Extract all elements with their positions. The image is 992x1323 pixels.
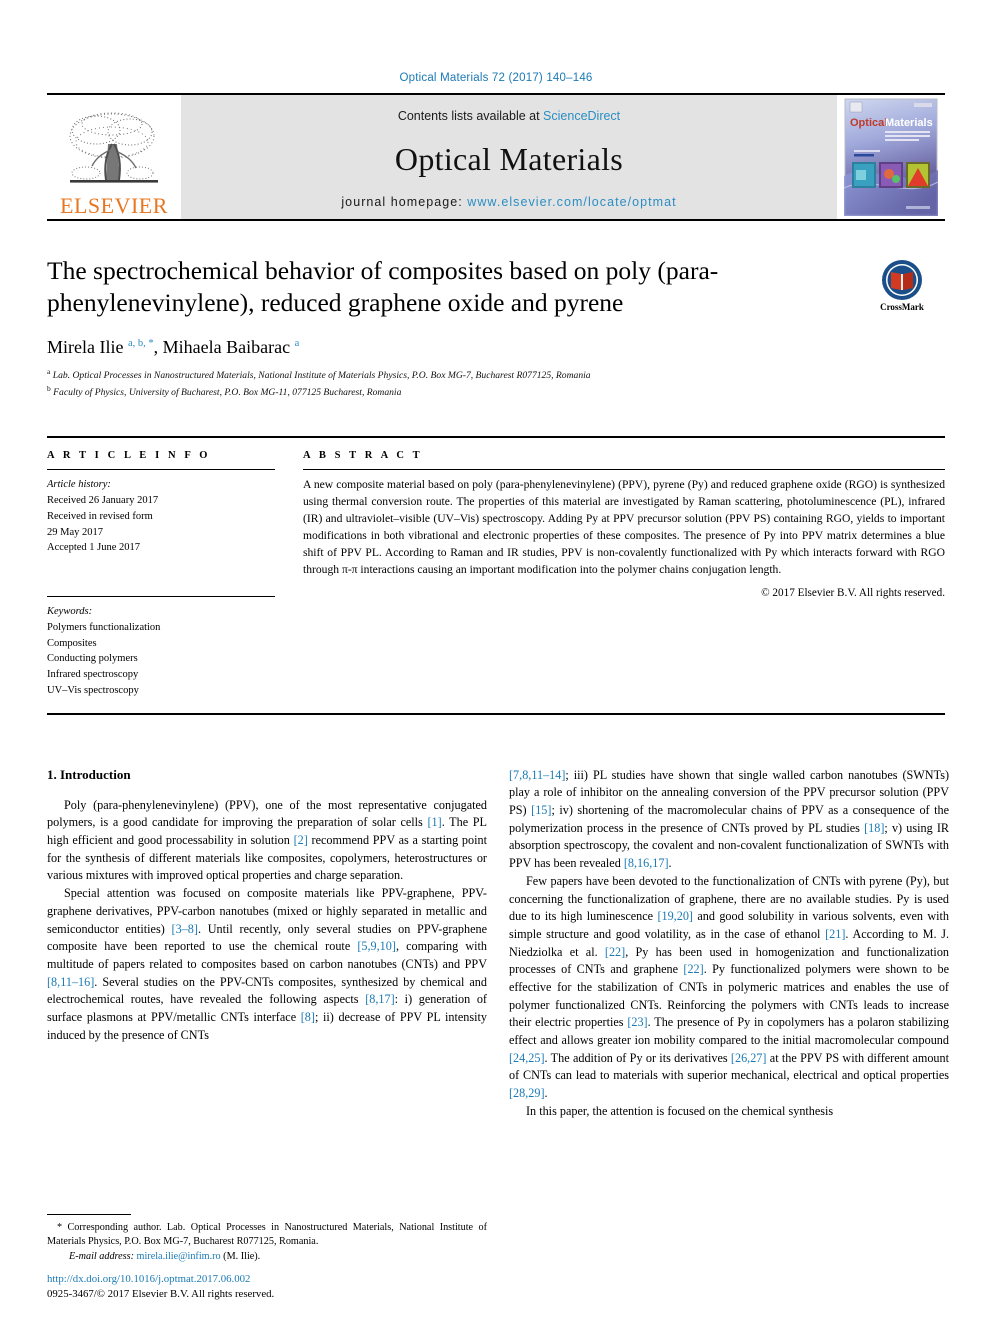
sciencedirect-link[interactable]: ScienceDirect	[543, 109, 620, 123]
keyword-item: Conducting polymers	[47, 653, 138, 665]
abstract-heading: A B S T R A C T	[303, 450, 423, 462]
crossmark-icon	[882, 260, 922, 300]
email-label: E-mail address:	[69, 1250, 134, 1262]
footnote-rule	[47, 1213, 131, 1215]
body-columns: 1. Introduction Poly (para-phenyleneviny…	[47, 767, 949, 1121]
body-paragraph: In this paper, the attention is focused …	[526, 1103, 834, 1118]
section-heading-introduction: 1. Introduction	[47, 766, 131, 782]
page-title: The spectrochemical behavior of composit…	[47, 256, 719, 318]
abstract-text: A new composite material based on poly (…	[303, 478, 945, 577]
article-page: Optical Materials 72 (2017) 140–146 ELSE…	[0, 0, 992, 1323]
abstract-column: A B S T R A C T A new composite material…	[303, 450, 945, 698]
journal-homepage-line: journal homepage: www.elsevier.com/locat…	[341, 195, 676, 209]
keywords-label: Keywords:	[47, 606, 93, 618]
article-history-line: 29 May 2017	[47, 526, 103, 538]
footnote-block: * Corresponding author. Lab. Optical Pro…	[47, 1213, 487, 1264]
body-paragraph: Few papers have been devoted to the func…	[509, 873, 950, 1101]
issn-copyright-line: 0925-3467/© 2017 Elsevier B.V. All right…	[47, 1288, 275, 1301]
affiliation-b-text: Faculty of Physics, University of Buchar…	[53, 387, 402, 399]
author-list: Mirela Ilie a, b, *, Mihaela Baibarac a	[47, 337, 300, 358]
article-info-rule	[47, 469, 275, 471]
keyword-item: UV–Vis spectroscopy	[47, 684, 139, 696]
body-paragraph: Special attention was focused on composi…	[47, 886, 488, 1042]
affiliation-a-text: Lab. Optical Processes in Nanostructured…	[52, 370, 591, 382]
corresponding-author-note: * Corresponding author. Lab. Optical Pro…	[47, 1221, 487, 1248]
contents-available-line: Contents lists available at ScienceDirec…	[398, 109, 620, 123]
keyword-item: Composites	[47, 637, 97, 649]
elsevier-tree-icon	[69, 112, 158, 183]
body-paragraph: [7,8,11–14]; iii) PL studies have shown …	[509, 767, 950, 871]
left-column: 1. Introduction Poly (para-phenyleneviny…	[47, 767, 487, 1121]
crossmark-badge[interactable]: CrossMark	[859, 259, 945, 312]
article-info-column: A R T I C L E I N F O Article history: R…	[47, 450, 275, 698]
email-note: E-mail address: mirela.ilie@infim.ro (M.…	[47, 1250, 487, 1264]
keyword-item: Polymers functionalization	[47, 621, 161, 633]
journal-cover-image: Optical Materials	[844, 98, 938, 216]
contents-prefix: Contents lists available at	[397, 109, 544, 123]
keywords-rule	[47, 596, 275, 598]
title-block: CrossMark The spectrochemical behavior o…	[47, 255, 945, 400]
keywords-block: Keywords: Polymers functionalization Com…	[47, 596, 275, 699]
keyword-item: Infrared spectroscopy	[47, 669, 139, 681]
right-column: [7,8,11–14]; iii) PL studies have shown …	[509, 767, 949, 1121]
article-history-line: Received in revised form	[47, 510, 153, 522]
masthead-center: Contents lists available at ScienceDirec…	[181, 95, 837, 219]
doi-block: http://dx.doi.org/10.1016/j.optmat.2017.…	[47, 1272, 487, 1303]
svg-text:Materials: Materials	[885, 117, 933, 129]
abstract-rule	[303, 469, 945, 471]
crossmark-label: CrossMark	[880, 302, 924, 312]
affiliation-a: a Lab. Optical Processes in Nanostructur…	[47, 367, 591, 382]
email-suffix: (M. Ilie).	[223, 1250, 261, 1262]
elsevier-logo: ELSEVIER	[47, 95, 181, 219]
journal-cover-thumbnail: Optical Materials	[837, 95, 945, 219]
elsevier-wordmark: ELSEVIER	[60, 193, 168, 218]
abstract-copyright: © 2017 Elsevier B.V. All rights reserved…	[761, 586, 945, 599]
affiliation-b: b Faculty of Physics, University of Buch…	[47, 384, 402, 399]
doi-link[interactable]: http://dx.doi.org/10.1016/j.optmat.2017.…	[47, 1272, 487, 1288]
email-link[interactable]: mirela.ilie@infim.ro	[137, 1251, 221, 1262]
article-history-label: Article history:	[47, 479, 111, 491]
journal-homepage-link[interactable]: www.elsevier.com/locate/optmat	[467, 195, 676, 209]
article-history-line: Received 26 January 2017	[47, 495, 159, 507]
svg-text:Optical: Optical	[850, 117, 887, 129]
running-head: Optical Materials 72 (2017) 140–146	[399, 72, 593, 84]
body-paragraph: Poly (para-phenylenevinylene) (PPV), one…	[47, 797, 488, 883]
article-history-line: Accepted 1 June 2017	[47, 542, 141, 554]
homepage-prefix: journal homepage:	[341, 195, 468, 209]
journal-masthead: ELSEVIER Contents lists available at Sci…	[47, 93, 945, 221]
info-abstract-block: A R T I C L E I N F O Article history: R…	[47, 436, 945, 715]
journal-title: Optical Materials	[394, 140, 624, 177]
article-info-heading: A R T I C L E I N F O	[47, 450, 211, 462]
